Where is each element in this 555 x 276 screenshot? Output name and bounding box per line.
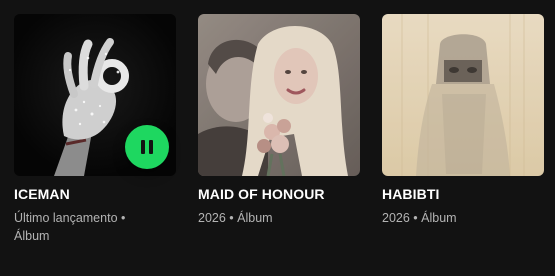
pause-button[interactable]: [125, 125, 169, 169]
veiled-portrait-cover: [382, 14, 544, 176]
album-card-habibti[interactable]: HABIBTI 2026 • Álbum: [382, 14, 544, 264]
album-title[interactable]: MAID OF HONOUR: [198, 186, 368, 202]
album-card-iceman[interactable]: ICEMAN Último lançamento • Álbum: [14, 14, 176, 264]
album-subtitle: 2026 • Álbum: [198, 211, 273, 225]
album-subtitle: 2026 • Álbum: [382, 211, 457, 225]
album-shelf: ICEMAN Último lançamento • Álbum MAID OF…: [14, 14, 544, 264]
couple-photo-cover: [198, 14, 360, 176]
album-title[interactable]: HABIBTI: [382, 186, 552, 202]
album-card-maid-of-honour[interactable]: MAID OF HONOUR 2026 • Álbum: [198, 14, 360, 264]
album-subtitle: Último lançamento • Álbum: [14, 211, 126, 243]
album-cover[interactable]: [382, 14, 544, 176]
pause-icon: [141, 140, 153, 154]
album-cover[interactable]: [198, 14, 360, 176]
album-title[interactable]: ICEMAN: [14, 186, 184, 202]
